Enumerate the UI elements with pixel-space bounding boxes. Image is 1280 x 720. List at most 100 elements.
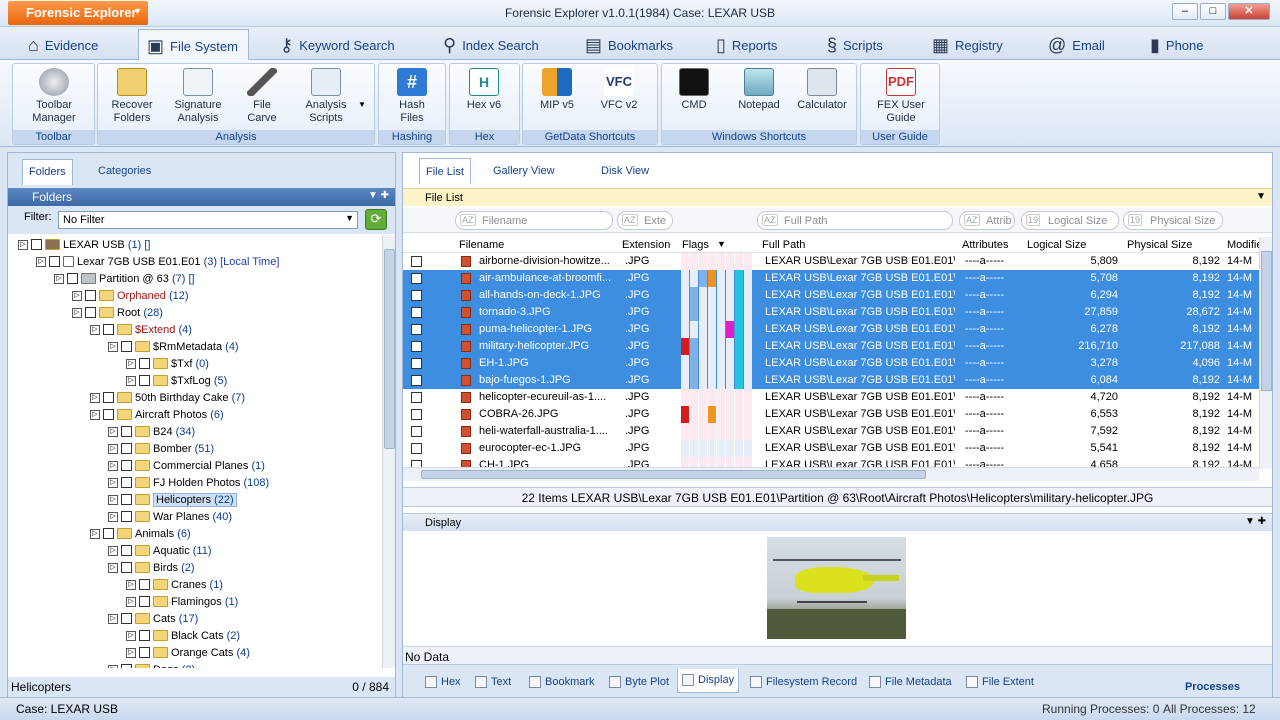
- flag-swatch[interactable]: [726, 321, 734, 338]
- col-extension[interactable]: Extension: [622, 239, 670, 251]
- tree-checkbox[interactable]: [121, 562, 132, 573]
- tree-node[interactable]: ▷ Commercial Planes (1): [108, 457, 265, 474]
- flag-swatch[interactable]: [717, 440, 725, 457]
- tree-node[interactable]: ▷ Orange Cats (4): [126, 644, 250, 661]
- flag-swatch[interactable]: [699, 321, 707, 338]
- signature-analysis-button[interactable]: Signature Analysis: [170, 68, 226, 125]
- logical-size-filter[interactable]: 19 Logical Size: [1021, 211, 1119, 230]
- tab-text[interactable]: Text: [471, 671, 515, 695]
- row-checkbox[interactable]: [411, 409, 422, 420]
- tab-reports[interactable]: ▯ Reports: [716, 29, 777, 60]
- notepad-button[interactable]: Notepad: [734, 68, 784, 112]
- flag-swatch[interactable]: [744, 423, 752, 440]
- file-carve-button[interactable]: File Carve: [240, 68, 284, 125]
- flag-swatch[interactable]: [726, 287, 734, 304]
- expand-triangle-icon[interactable]: ▷: [126, 375, 136, 386]
- recover-folders-button[interactable]: Recover Folders: [106, 68, 158, 125]
- tab-email[interactable]: @ Email: [1048, 29, 1105, 60]
- tree-checkbox[interactable]: [31, 239, 42, 250]
- flag-swatch[interactable]: [726, 406, 734, 423]
- flag-swatch[interactable]: [699, 253, 707, 270]
- expand-triangle-icon[interactable]: ▷: [126, 579, 136, 590]
- row-checkbox[interactable]: [411, 307, 422, 318]
- tree-checkbox[interactable]: [121, 443, 132, 454]
- expand-triangle-icon[interactable]: ▷: [72, 307, 82, 318]
- flag-swatch[interactable]: [681, 440, 689, 457]
- tab-bookmark[interactable]: Bookmark: [525, 671, 599, 695]
- flag-swatch[interactable]: [681, 321, 689, 338]
- flag-swatch[interactable]: [699, 304, 707, 321]
- flag-swatch[interactable]: [717, 287, 725, 304]
- expand-triangle-icon[interactable]: ▷: [108, 341, 118, 352]
- flag-swatch[interactable]: [699, 440, 707, 457]
- chevron-down-icon[interactable]: ▼: [358, 100, 366, 109]
- tab-keyword-search[interactable]: ⚷ Keyword Search: [280, 29, 395, 60]
- tree-node[interactable]: ▷ Partition @ 63 (7) []: [54, 270, 195, 287]
- tab-evidence[interactable]: ⌂ Evidence: [28, 29, 98, 60]
- tree-checkbox[interactable]: [121, 341, 132, 352]
- flag-swatch[interactable]: [735, 338, 743, 355]
- flag-swatch[interactable]: [726, 440, 734, 457]
- tab-file-metadata[interactable]: File Metadata: [865, 671, 956, 695]
- tree-node[interactable]: ▷ Helicopters (22): [108, 491, 237, 508]
- tab-gallery-view[interactable]: Gallery View: [487, 158, 561, 184]
- scroll-thumb[interactable]: [1261, 251, 1272, 391]
- flag-swatch[interactable]: [708, 423, 716, 440]
- table-row[interactable]: eurocopter-ec-1.JPG .JPG LEXAR USB\Lexar 7…: [403, 440, 1259, 457]
- expand-triangle-icon[interactable]: ▷: [108, 511, 118, 522]
- tree-checkbox[interactable]: [121, 664, 132, 668]
- tree-node[interactable]: ▷ LEXAR USB (1) []: [18, 236, 150, 253]
- col-attributes[interactable]: Attributes: [962, 239, 1008, 251]
- list-scrollbar[interactable]: [1259, 237, 1272, 469]
- flag-swatch[interactable]: [726, 423, 734, 440]
- tree-checkbox[interactable]: [121, 494, 132, 505]
- flag-swatch[interactable]: [717, 253, 725, 270]
- row-checkbox[interactable]: [411, 443, 422, 454]
- row-checkbox[interactable]: [411, 392, 422, 403]
- flag-swatch[interactable]: [735, 355, 743, 372]
- flag-swatch[interactable]: [744, 406, 752, 423]
- flag-swatch[interactable]: [690, 355, 698, 372]
- tree-node[interactable]: ▷ $Extend (4): [90, 321, 192, 338]
- tree-node[interactable]: ▷ $Txf (0): [126, 355, 209, 372]
- tree-checkbox[interactable]: [121, 613, 132, 624]
- minimize-button[interactable]: –: [1172, 3, 1198, 20]
- tree-node[interactable]: ▷ FJ Holden Photos (108): [108, 474, 269, 491]
- row-checkbox[interactable]: [411, 341, 422, 352]
- filename-filter[interactable]: AZ Filename: [455, 211, 613, 230]
- tree-scrollbar[interactable]: [382, 235, 395, 668]
- tab-phone[interactable]: ▮ Phone: [1150, 29, 1204, 60]
- flag-swatch[interactable]: [708, 270, 716, 287]
- flag-swatch[interactable]: [726, 304, 734, 321]
- table-row[interactable]: airborne-division-howitze... .JPG LEXAR US…: [403, 253, 1259, 270]
- flag-swatch[interactable]: [708, 287, 716, 304]
- toolbar-manager-button[interactable]: Toolbar Manager: [17, 68, 91, 125]
- table-row[interactable]: military-helicopter.JPG .JPG LEXAR USB\Lex…: [403, 338, 1259, 355]
- extension-filter[interactable]: AZ Exte: [617, 211, 673, 230]
- flag-swatch[interactable]: [690, 270, 698, 287]
- close-button[interactable]: ✕: [1228, 3, 1270, 20]
- row-checkbox[interactable]: [411, 290, 422, 301]
- expand-triangle-icon[interactable]: ▷: [90, 409, 100, 420]
- flag-swatch[interactable]: [690, 338, 698, 355]
- row-checkbox[interactable]: [411, 460, 422, 467]
- expand-triangle-icon[interactable]: ▷: [108, 664, 118, 668]
- expand-triangle-icon[interactable]: ▷: [90, 528, 100, 539]
- expand-triangle-icon[interactable]: ▷: [90, 324, 100, 335]
- flag-swatch[interactable]: [717, 321, 725, 338]
- tab-file-extent[interactable]: File Extent: [962, 671, 1038, 695]
- flag-swatch[interactable]: [699, 270, 707, 287]
- flag-swatch[interactable]: [717, 406, 725, 423]
- flag-swatch[interactable]: [690, 287, 698, 304]
- flag-swatch[interactable]: [699, 287, 707, 304]
- flag-swatch[interactable]: [699, 355, 707, 372]
- flag-swatch[interactable]: [699, 389, 707, 406]
- expand-triangle-icon[interactable]: ▷: [126, 596, 136, 607]
- cmd-button[interactable]: CMD: [672, 68, 716, 112]
- tree-node[interactable]: ▷ Birds (2): [108, 559, 195, 576]
- tab-folders[interactable]: Folders: [22, 159, 73, 185]
- expand-triangle-icon[interactable]: ▷: [108, 426, 118, 437]
- col-filename[interactable]: Filename: [459, 239, 504, 251]
- expand-triangle-icon[interactable]: ▷: [108, 477, 118, 488]
- expand-triangle-icon[interactable]: ▷: [18, 239, 28, 250]
